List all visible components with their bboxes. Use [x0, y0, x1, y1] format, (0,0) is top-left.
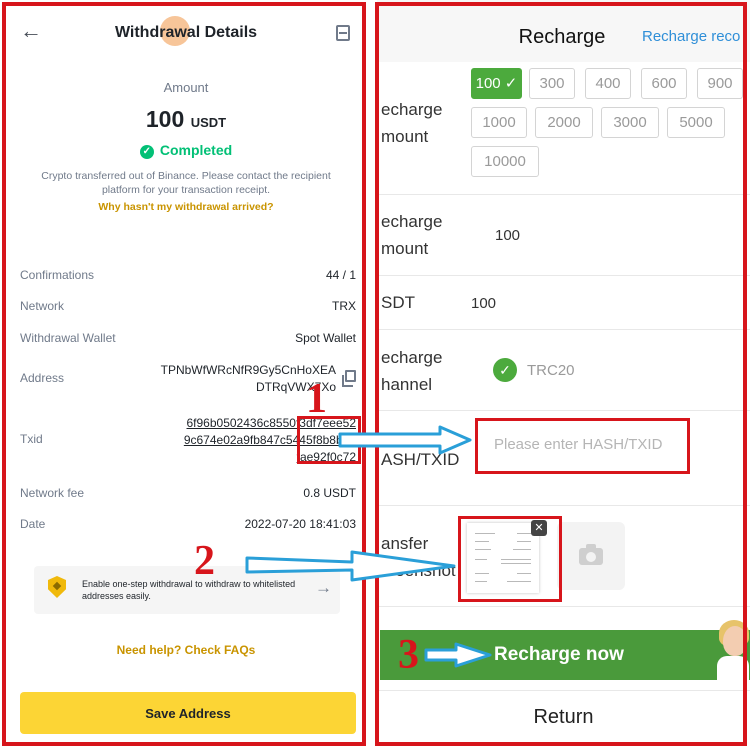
detail-key: Txid [20, 432, 43, 446]
return-button[interactable]: Return [377, 691, 750, 743]
amount-chip[interactable]: 5000 [667, 107, 725, 138]
hash-txid-input[interactable] [476, 417, 688, 471]
detail-value: 2022-07-20 18:41:03 [244, 517, 356, 531]
chip-label: 100 [475, 75, 501, 92]
recharge-header: Recharge Recharge reco [377, 0, 750, 62]
amount-value: 100 [495, 227, 521, 244]
recharge-screen: Recharge Recharge reco echarge mount 100… [377, 0, 750, 750]
label-line: echarge [381, 212, 443, 231]
status-text: Completed [159, 142, 233, 158]
faq-link[interactable]: Need help? Check FAQs [0, 643, 372, 657]
label-line: ansfer [381, 534, 429, 553]
detail-value: 44 / 1 [325, 268, 356, 282]
screenshot-thumbnail[interactable] [467, 523, 539, 593]
divider [377, 329, 750, 330]
usdt-value: 100 [471, 295, 497, 312]
address-line: TPNbWfWRcNfR9Gy5CnHoXEA [160, 363, 336, 377]
txid-line: 9c674e02a9fb847c5445f8b8b05 [183, 433, 356, 447]
usdt-label: SDT [381, 293, 415, 312]
why-not-arrived-link[interactable]: Why hasn't my withdrawal arrived? [0, 201, 372, 213]
txid-line: 6f96b0502436c8550f3df7eee52 [186, 416, 357, 430]
recharge-now-button[interactable]: Recharge now [380, 630, 750, 680]
detail-key: Network fee [20, 486, 85, 500]
label-line: echarge [381, 100, 443, 119]
recharge-record-link[interactable]: Recharge reco [642, 28, 740, 45]
amount-row-label: echarge mount [381, 208, 442, 262]
recharge-amount-label: echarge mount [381, 96, 442, 150]
detail-key: Withdrawal Wallet [20, 331, 116, 345]
detail-key: Date [20, 517, 46, 531]
amount-chip[interactable]: 1000 [471, 107, 527, 138]
amount-chip[interactable]: 3000 [601, 107, 659, 138]
label-line: echarge [381, 348, 443, 367]
amount-label: Amount [163, 80, 209, 95]
header: ← Withdrawal Details [0, 16, 372, 50]
divider [377, 275, 750, 276]
detail-value: TRX [332, 299, 356, 313]
detail-value: 0.8 USDT [303, 486, 356, 500]
amount-chip[interactable]: 10000 [471, 146, 539, 177]
whitelist-banner[interactable]: Enable one-step withdrawal to withdraw t… [34, 566, 340, 614]
detail-key: Confirmations [20, 268, 95, 282]
txid-value[interactable]: 6f96b0502436c8550f3df7eee52 9c674e02a9fb… [184, 415, 356, 466]
label-line: hannel [381, 375, 433, 394]
footer: Return [377, 690, 750, 750]
upload-screenshot-button[interactable] [557, 522, 625, 590]
amount-display: 100 USDT [0, 106, 372, 133]
divider [377, 505, 750, 506]
amount-chip-selected[interactable]: 100 ✓ [471, 68, 522, 99]
channel-value: TRC20 [527, 362, 575, 379]
divider [377, 410, 750, 411]
transfer-notice: Crypto transferred out of Binance. Pleas… [41, 170, 331, 196]
divider [377, 606, 750, 607]
step-number-1: 1 [306, 376, 327, 422]
amount-unit: USDT [190, 115, 227, 130]
detail-value: Spot Wallet [295, 331, 356, 345]
amount-value: 100 [145, 106, 185, 132]
amount-chip[interactable]: 600 [641, 68, 687, 99]
page-title: Withdrawal Details [114, 24, 258, 41]
shield-icon [48, 576, 66, 598]
txid-line: fae92f0c72 [296, 450, 356, 464]
export-icon[interactable] [336, 25, 350, 41]
step-number-3: 3 [398, 632, 419, 678]
check-circle-icon: ✓ [139, 145, 154, 159]
status-badge: ✓ Completed [0, 142, 372, 159]
arrow-right-icon[interactable]: → [315, 578, 332, 598]
check-circle-icon[interactable]: ✓ [493, 358, 517, 382]
withdrawal-details-screen: ← Withdrawal Details Amount 100 USDT ✓ Co… [0, 0, 372, 750]
screenshot-label: ansfer creenshot [381, 530, 456, 584]
detail-row-txid: Txid 6f96b0502436c8550f3df7eee52 9c674e0… [20, 415, 356, 467]
copy-icon[interactable] [342, 370, 356, 387]
support-agent-avatar[interactable] [717, 620, 749, 680]
close-icon[interactable]: ✕ [531, 520, 547, 536]
detail-key: Address [20, 371, 65, 385]
amount-chip[interactable]: 2000 [535, 107, 593, 138]
hash-label: ASH/TXID [381, 450, 460, 469]
channel-label: echarge hannel [381, 344, 442, 398]
whitelist-text: Enable one-step withdrawal to withdraw t… [82, 579, 296, 601]
amount-chip[interactable]: 400 [585, 68, 631, 99]
divider [377, 194, 750, 195]
amount-chip[interactable]: 300 [529, 68, 575, 99]
label-line: mount [381, 127, 429, 146]
save-address-button[interactable]: Save Address [20, 692, 356, 734]
label-line: mount [381, 239, 429, 258]
label-line: creenshot [381, 561, 456, 580]
detail-key: Network [20, 299, 65, 313]
step-number-2: 2 [194, 538, 215, 584]
camera-icon [579, 544, 603, 565]
amount-chip[interactable]: 900 [697, 68, 743, 99]
